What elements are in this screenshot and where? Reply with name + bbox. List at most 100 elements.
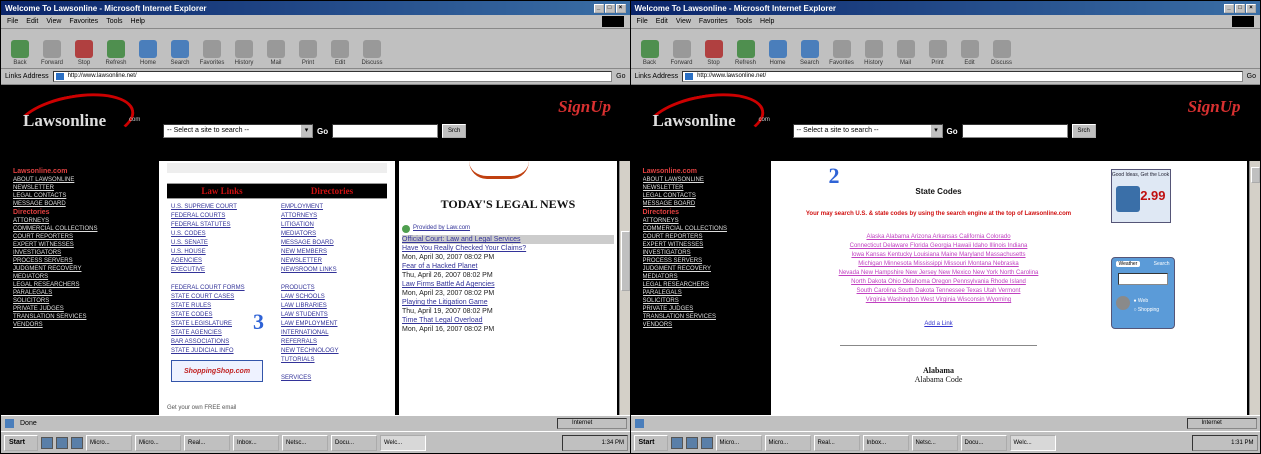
nav-link[interactable]: SOLICITORS xyxy=(13,297,139,305)
nav-link[interactable]: ATTORNEYS xyxy=(643,217,769,225)
state-link-line[interactable]: South Carolina South Dakota Tennessee Te… xyxy=(775,287,1103,296)
close-button[interactable]: × xyxy=(615,3,626,13)
news-headline[interactable]: Have You Really Checked Your Claims? xyxy=(402,244,614,253)
site-logo[interactable]: Lawsonline xyxy=(653,111,736,131)
search-button[interactable]: Search xyxy=(167,40,193,66)
taskbar-button-active[interactable]: Welc... xyxy=(380,434,426,451)
quicklaunch-icon[interactable] xyxy=(700,436,713,449)
directory-link[interactable]: LAW STUDENTS xyxy=(281,311,383,320)
law-link[interactable]: FEDERAL STATUTES xyxy=(171,221,273,230)
site-search-input[interactable] xyxy=(961,124,1068,138)
weather-tab[interactable]: Weather xyxy=(1115,261,1141,267)
refresh-button[interactable]: Refresh xyxy=(733,40,759,66)
state-link-line[interactable]: Connecticut Delaware Florida Georgia Haw… xyxy=(775,242,1103,251)
maximize-button[interactable]: □ xyxy=(1235,3,1245,13)
quicklaunch-icon[interactable] xyxy=(685,436,698,449)
nav-link[interactable]: LEGAL RESEARCHERS xyxy=(13,281,139,289)
nav-link[interactable]: EXPERT WITNESSES xyxy=(13,241,139,249)
directory-link[interactable]: EMPLOYMENT xyxy=(281,203,383,212)
discuss-button[interactable]: Discuss xyxy=(359,40,385,66)
nav-link[interactable]: LEGAL CONTACTS xyxy=(13,192,139,200)
law-link[interactable]: FEDERAL COURT FORMS xyxy=(171,284,273,293)
nav-link[interactable]: MEDIATORS xyxy=(13,273,139,281)
directory-link[interactable]: SERVICES xyxy=(281,374,383,383)
nav-link[interactable]: COMMERCIAL COLLECTIONS xyxy=(643,225,769,233)
menu-help[interactable]: Help xyxy=(131,18,145,25)
back-button[interactable]: Back xyxy=(7,40,33,66)
nav-link[interactable]: ABOUT LAWSONLINE xyxy=(643,176,769,184)
nav-link[interactable]: SOLICITORS xyxy=(643,297,769,305)
law-link[interactable]: U.S. CODES xyxy=(171,230,273,239)
directory-link[interactable]: TUTORIALS xyxy=(281,356,383,365)
start-button[interactable]: Start xyxy=(633,434,668,451)
directory-link[interactable]: LITIGATION xyxy=(281,221,383,230)
quicklaunch-icon[interactable] xyxy=(56,436,68,449)
quicklaunch-icon[interactable] xyxy=(71,436,83,449)
taskbar-button[interactable]: Real... xyxy=(813,434,860,451)
site-select-dropdown[interactable]: -- Select a site to search -- xyxy=(792,124,943,138)
menu-view[interactable]: View xyxy=(676,18,691,25)
nav-link[interactable]: MEDIATORS xyxy=(643,273,769,281)
maximize-button[interactable]: □ xyxy=(604,3,615,13)
directory-link[interactable]: PRODUCTS xyxy=(281,284,383,293)
menu-tools[interactable]: Tools xyxy=(736,18,752,25)
news-headline[interactable]: Fear of a Hacked Planet xyxy=(402,262,614,271)
edit-button[interactable]: Edit xyxy=(957,40,983,66)
directory-link[interactable]: REFERRALS xyxy=(281,338,383,347)
quicklaunch-icon[interactable] xyxy=(670,436,683,449)
vertical-scrollbar[interactable] xyxy=(619,161,630,415)
mail-button[interactable]: Mail xyxy=(893,40,919,66)
directory-link[interactable]: NEWSROOM LINKS xyxy=(281,266,383,275)
law-link[interactable]: STATE JUDICIAL INFO xyxy=(171,347,273,356)
nav-link[interactable]: NEWSLETTER xyxy=(13,184,139,192)
print-button[interactable]: Print xyxy=(295,40,321,66)
taskbar-button[interactable]: Docu... xyxy=(960,434,1007,451)
taskbar-button[interactable]: Real... xyxy=(184,434,230,451)
nav-link[interactable]: ABOUT LAWSONLINE xyxy=(13,176,139,184)
back-button[interactable]: Back xyxy=(637,40,663,66)
add-link[interactable]: Add a Link xyxy=(775,321,1103,327)
start-button[interactable]: Start xyxy=(4,434,38,451)
law-link[interactable]: U.S. SUPREME COURT xyxy=(171,203,273,212)
site-search-button[interactable]: Srch xyxy=(442,124,467,138)
nav-link[interactable]: INVESTIGATORS xyxy=(643,249,769,257)
signup-link[interactable]: SignUp xyxy=(1188,97,1241,117)
forward-button[interactable]: Forward xyxy=(39,40,65,66)
history-button[interactable]: History xyxy=(231,40,257,66)
search-tab[interactable]: Search xyxy=(1154,261,1170,267)
nav-link[interactable]: MESSAGE BOARD xyxy=(13,200,139,208)
nav-link[interactable]: PROCESS SERVERS xyxy=(643,257,769,265)
menu-tools[interactable]: Tools xyxy=(106,18,122,25)
widget-go-button[interactable] xyxy=(1115,296,1130,310)
law-link[interactable]: U.S. SENATE xyxy=(171,239,273,248)
go-button[interactable]: Go xyxy=(1247,73,1256,80)
news-headline[interactable]: Time That Legal Overload xyxy=(402,316,614,325)
price-ad-banner[interactable]: Good Ideas, Get the Look 2.99 xyxy=(1110,169,1171,223)
menu-favorites[interactable]: Favorites xyxy=(699,18,728,25)
taskbar-button[interactable]: Micro... xyxy=(764,434,811,451)
edit-button[interactable]: Edit xyxy=(327,40,353,66)
nav-link[interactable]: NEWSLETTER xyxy=(643,184,769,192)
nav-link[interactable]: JUDGMENT RECOVERY xyxy=(643,265,769,273)
state-link-line[interactable]: Michigan Minnesota Mississippi Missouri … xyxy=(775,260,1103,269)
nav-link[interactable]: VENDORS xyxy=(13,321,139,329)
directory-link[interactable]: ATTORNEYS xyxy=(281,212,383,221)
site-logo[interactable]: Lawsonline xyxy=(23,111,106,131)
menu-file[interactable]: File xyxy=(7,18,18,25)
taskbar-button[interactable]: Inbox... xyxy=(862,434,909,451)
nav-link[interactable]: JUDGMENT RECOVERY xyxy=(13,265,139,273)
favorites-button[interactable]: Favorites xyxy=(829,40,855,66)
radio-shopping[interactable]: ○ Shopping xyxy=(1134,307,1160,313)
nav-link[interactable]: PARALEGALS xyxy=(643,289,769,297)
state-link-line[interactable]: Virginia Washington West Virginia Wiscon… xyxy=(775,296,1103,305)
home-button[interactable]: Home xyxy=(765,40,791,66)
address-input[interactable]: http://www.lawsonline.net/ xyxy=(682,71,1243,82)
nav-link[interactable]: EXPERT WITNESSES xyxy=(643,241,769,249)
taskbar-button[interactable]: Micro... xyxy=(715,434,762,451)
nav-link[interactable]: LEGAL RESEARCHERS xyxy=(643,281,769,289)
nav-link[interactable]: COURT REPORTERS xyxy=(643,233,769,241)
discuss-button[interactable]: Discuss xyxy=(989,40,1015,66)
taskbar-button[interactable]: Micro... xyxy=(135,434,181,451)
law-link[interactable]: FEDERAL COURTS xyxy=(171,212,273,221)
menu-edit[interactable]: Edit xyxy=(26,18,38,25)
